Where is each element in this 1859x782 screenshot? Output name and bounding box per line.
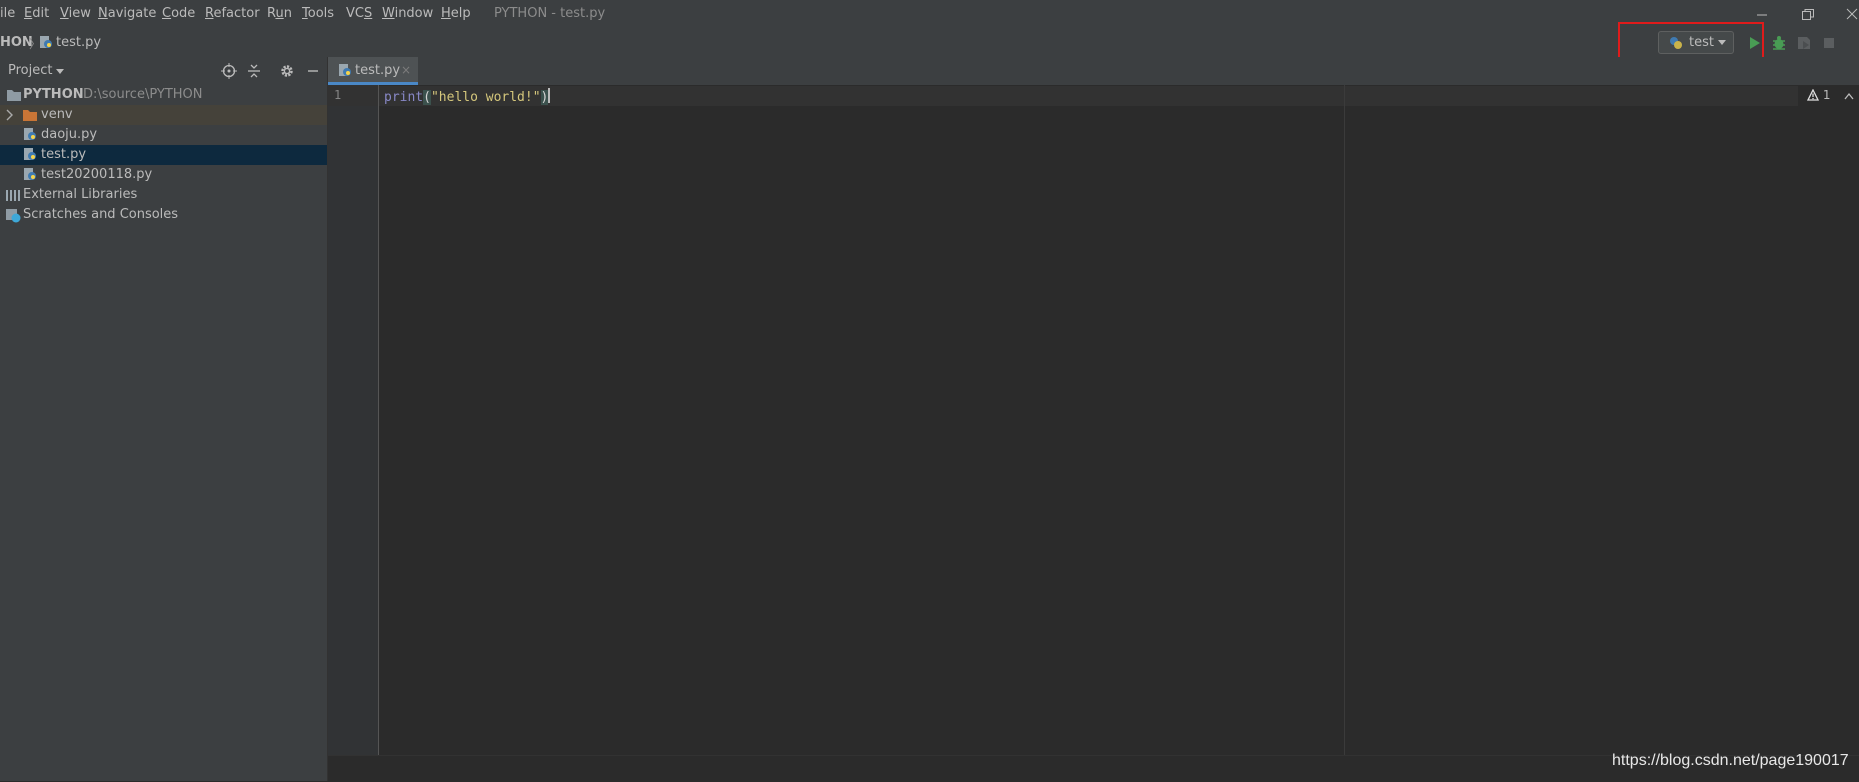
- project-panel-header: Project: [0, 57, 327, 86]
- close-window-icon[interactable]: [1842, 4, 1859, 24]
- window-title: PYTHON - test.py: [494, 6, 606, 21]
- menu-vcs[interactable]: VCS: [346, 6, 372, 21]
- warning-count: 1: [1822, 88, 1831, 102]
- gutter-divider: [378, 85, 379, 755]
- tree-item-label: daoju.py: [41, 127, 98, 142]
- close-icon[interactable]: ×: [401, 63, 411, 77]
- code-paren-open: (: [423, 90, 431, 105]
- python-file-icon: [23, 167, 37, 181]
- python-file-icon: [23, 147, 37, 161]
- project-tree: PYTHON D:\source\PYTHON venv daoju.py te…: [0, 85, 327, 781]
- tree-item-label: test20200118.py: [41, 167, 153, 182]
- menu-help[interactable]: Help: [441, 6, 471, 21]
- editor-tab-bar: test.py ×: [328, 57, 1859, 86]
- menu-code[interactable]: Code: [162, 6, 195, 21]
- python-file-icon: [23, 127, 37, 141]
- tree-item-daoju[interactable]: daoju.py: [0, 125, 327, 145]
- stop-icon[interactable]: [1820, 34, 1838, 52]
- menu-edit[interactable]: Edit: [24, 6, 49, 21]
- run-with-coverage-icon[interactable]: [1795, 34, 1813, 52]
- inspection-indicator[interactable]: 1: [1807, 88, 1854, 102]
- python-file-icon: [338, 63, 352, 77]
- breadcrumb-file[interactable]: test.py: [56, 35, 101, 50]
- tree-item-label: External Libraries: [23, 187, 138, 202]
- menu-run[interactable]: Run: [267, 6, 292, 21]
- menu-view[interactable]: View: [60, 6, 91, 21]
- locate-icon[interactable]: [221, 63, 237, 79]
- text-caret: [548, 88, 551, 103]
- collapse-all-icon[interactable]: [246, 63, 262, 79]
- tree-root-label: PYTHON: [23, 87, 84, 102]
- navigation-bar: HON 〉 test.py: [0, 28, 1859, 58]
- code-function-name: print: [384, 90, 424, 105]
- line-number: 1: [334, 88, 342, 102]
- line-number-gutter: [328, 85, 378, 755]
- tree-item-test-selected[interactable]: test.py: [0, 145, 327, 165]
- menu-refactor[interactable]: Refactor: [205, 6, 260, 21]
- folder-icon: [6, 87, 22, 103]
- debug-icon[interactable]: [1770, 34, 1788, 52]
- tab-test-py[interactable]: test.py ×: [328, 57, 418, 85]
- code-string-literal: "hello world!": [430, 90, 541, 105]
- tree-item-label: Scratches and Consoles: [23, 207, 179, 222]
- tree-item-venv[interactable]: venv: [0, 105, 327, 125]
- chevron-up-icon[interactable]: [1844, 92, 1854, 100]
- code-paren-close: ): [540, 90, 549, 105]
- watermark-text: https://blog.csdn.net/page190017: [1612, 752, 1849, 769]
- scratches-icon: [5, 207, 21, 223]
- minimize-icon[interactable]: [1752, 4, 1772, 24]
- menu-navigate[interactable]: Navigate: [98, 6, 156, 21]
- tree-item-label: venv: [41, 107, 73, 122]
- tab-label: test.py: [355, 63, 401, 78]
- project-panel-title[interactable]: Project: [8, 63, 52, 78]
- tree-item-root[interactable]: PYTHON D:\source\PYTHON: [0, 85, 327, 105]
- library-icon: [5, 187, 21, 203]
- hide-panel-icon[interactable]: [305, 63, 321, 79]
- menu-file[interactable]: ile: [0, 6, 15, 21]
- tree-item-external-libraries[interactable]: External Libraries: [0, 185, 327, 205]
- gear-icon[interactable]: [279, 63, 295, 79]
- tree-item-label: test.py: [41, 147, 87, 162]
- code-line[interactable]: print("hello world!"): [384, 88, 551, 105]
- tree-root-path: D:\source\PYTHON: [83, 87, 203, 102]
- menu-tools[interactable]: Tools: [302, 6, 334, 21]
- tree-item-scratches[interactable]: Scratches and Consoles: [0, 205, 327, 225]
- folder-excluded-icon: [22, 107, 38, 123]
- python-file-icon: [39, 35, 53, 49]
- restore-icon[interactable]: [1797, 4, 1817, 24]
- tree-item-test20200118[interactable]: test20200118.py: [0, 165, 327, 185]
- chevron-down-icon[interactable]: [56, 69, 64, 74]
- menu-bar: ile Edit View Navigate Code Refactor Run…: [0, 0, 1859, 28]
- warning-icon: [1807, 89, 1819, 101]
- menu-window[interactable]: Window: [382, 6, 433, 21]
- breadcrumb-root[interactable]: HON: [0, 35, 33, 50]
- right-margin-guide: [1344, 85, 1345, 755]
- chevron-right-icon[interactable]: [5, 109, 15, 121]
- code-editor[interactable]: [379, 85, 1859, 755]
